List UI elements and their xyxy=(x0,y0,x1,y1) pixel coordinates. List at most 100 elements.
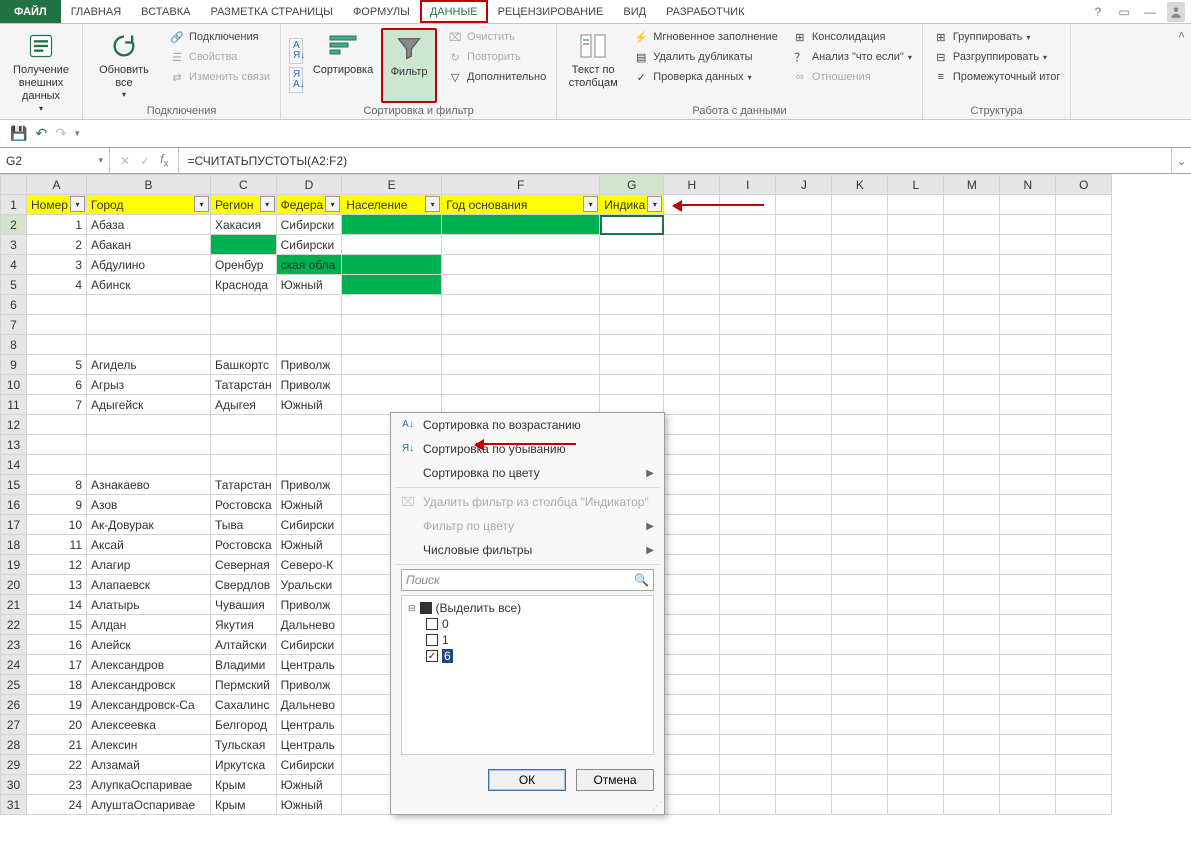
tab-file[interactable]: ФАЙЛ xyxy=(0,0,61,23)
cell[interactable] xyxy=(1056,735,1112,755)
cell[interactable] xyxy=(888,375,944,395)
column-header[interactable]: H xyxy=(664,175,720,195)
cancel-formula-icon[interactable]: ✕ xyxy=(120,154,130,168)
cell[interactable] xyxy=(888,455,944,475)
cell[interactable] xyxy=(211,435,277,455)
cell[interactable] xyxy=(888,555,944,575)
ribbon-collapse-chevron-icon[interactable]: ˄ xyxy=(1178,28,1185,42)
row-header[interactable]: 29 xyxy=(1,755,27,775)
cell[interactable] xyxy=(888,415,944,435)
cell[interactable] xyxy=(1056,575,1112,595)
cell[interactable] xyxy=(832,355,888,375)
cell[interactable]: Приволж xyxy=(276,375,342,395)
cell[interactable] xyxy=(888,215,944,235)
cell[interactable] xyxy=(832,495,888,515)
cell[interactable]: Уральски xyxy=(276,575,342,595)
cell[interactable] xyxy=(776,755,832,775)
cell[interactable]: Абаза xyxy=(87,215,211,235)
cell[interactable] xyxy=(776,735,832,755)
cell[interactable] xyxy=(1000,615,1056,635)
get-external-data-button[interactable]: Получение внешних данных ▾ xyxy=(6,28,76,117)
cell[interactable]: 22 xyxy=(27,755,87,775)
row-header[interactable]: 27 xyxy=(1,715,27,735)
cell[interactable] xyxy=(832,675,888,695)
cell[interactable]: 15 xyxy=(27,615,87,635)
cell[interactable]: Южный xyxy=(276,795,342,815)
row-header[interactable]: 16 xyxy=(1,495,27,515)
cell[interactable] xyxy=(888,595,944,615)
column-header[interactable]: E xyxy=(342,175,442,195)
cell[interactable]: Алзамай xyxy=(87,755,211,775)
cell[interactable]: Южный xyxy=(276,775,342,795)
cell[interactable] xyxy=(1056,515,1112,535)
cell[interactable]: 2 xyxy=(27,235,87,255)
cell[interactable] xyxy=(1000,355,1056,375)
cell[interactable]: Аксай xyxy=(87,535,211,555)
filter-header-cell[interactable]: Индика▾ xyxy=(600,195,664,215)
cell[interactable] xyxy=(944,495,1000,515)
column-header[interactable]: D xyxy=(276,175,342,195)
ungroup-button[interactable]: ⊟Разгруппировать ▾ xyxy=(929,48,1065,66)
cell[interactable] xyxy=(442,375,600,395)
cell[interactable] xyxy=(720,375,776,395)
cell[interactable] xyxy=(776,795,832,815)
cell[interactable] xyxy=(832,695,888,715)
row-header[interactable]: 1 xyxy=(1,195,27,215)
cell[interactable]: Оренбур xyxy=(211,255,277,275)
cell[interactable] xyxy=(1000,395,1056,415)
cell[interactable] xyxy=(27,295,87,315)
cell[interactable]: Алагир xyxy=(87,555,211,575)
help-icon[interactable]: ? xyxy=(1089,5,1107,19)
filter-dropdown-icon[interactable]: ▾ xyxy=(647,196,662,212)
cell[interactable] xyxy=(664,775,720,795)
cell[interactable]: Ростовска xyxy=(211,495,277,515)
cell[interactable] xyxy=(1056,375,1112,395)
cell[interactable] xyxy=(776,635,832,655)
filter-dropdown-icon[interactable]: ▾ xyxy=(583,196,598,212)
cell[interactable] xyxy=(1000,235,1056,255)
cell[interactable]: Дальнево xyxy=(276,695,342,715)
filter-dropdown-icon[interactable]: ▾ xyxy=(425,196,440,212)
cell[interactable] xyxy=(776,455,832,475)
cell[interactable] xyxy=(342,315,442,335)
cancel-button[interactable]: Отмена xyxy=(576,769,654,791)
cell[interactable] xyxy=(664,355,720,375)
column-header[interactable]: B xyxy=(87,175,211,195)
cell[interactable] xyxy=(944,415,1000,435)
cell[interactable] xyxy=(1000,375,1056,395)
cell[interactable] xyxy=(720,715,776,735)
cell[interactable]: 11 xyxy=(27,535,87,555)
cell[interactable] xyxy=(664,215,720,235)
tab-developer[interactable]: РАЗРАБОТЧИК xyxy=(656,0,754,23)
cell[interactable] xyxy=(776,275,832,295)
cell[interactable] xyxy=(832,295,888,315)
cell[interactable]: Южный xyxy=(276,535,342,555)
cell[interactable]: Крым xyxy=(211,795,277,815)
cell[interactable] xyxy=(664,395,720,415)
cell[interactable] xyxy=(944,515,1000,535)
row-header[interactable]: 22 xyxy=(1,615,27,635)
cell[interactable] xyxy=(664,555,720,575)
cell[interactable] xyxy=(1000,655,1056,675)
filter-dropdown-icon[interactable]: ▾ xyxy=(325,196,340,212)
cell[interactable] xyxy=(944,455,1000,475)
cell[interactable] xyxy=(1056,695,1112,715)
cell[interactable]: Агидель xyxy=(87,355,211,375)
cell[interactable] xyxy=(720,795,776,815)
cell[interactable] xyxy=(776,315,832,335)
cell[interactable] xyxy=(888,515,944,535)
cell[interactable] xyxy=(888,275,944,295)
cell[interactable]: Крым xyxy=(211,775,277,795)
cell[interactable] xyxy=(1056,415,1112,435)
cell[interactable]: Агрыз xyxy=(87,375,211,395)
cell[interactable]: Ак-Довурак xyxy=(87,515,211,535)
cell[interactable] xyxy=(720,535,776,555)
cell[interactable] xyxy=(276,415,342,435)
cell[interactable] xyxy=(1056,595,1112,615)
cell[interactable] xyxy=(1000,775,1056,795)
cell[interactable]: Приволж xyxy=(276,355,342,375)
row-header[interactable]: 2 xyxy=(1,215,27,235)
cell[interactable]: Татарстан xyxy=(211,375,277,395)
cell[interactable] xyxy=(1000,495,1056,515)
cell[interactable]: Хакасия xyxy=(211,215,277,235)
